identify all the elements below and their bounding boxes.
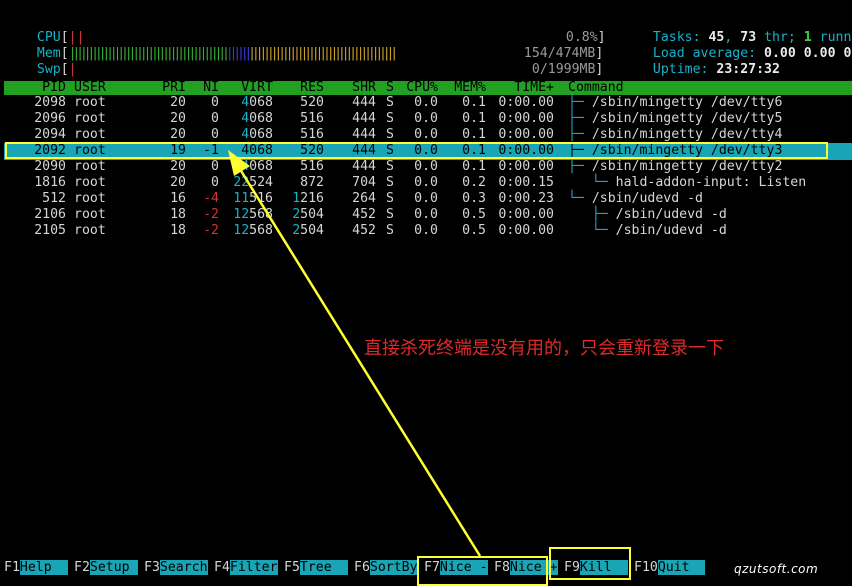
fkey-key: F10 (634, 560, 658, 575)
fkey-key: F5 (284, 560, 300, 575)
fkey-key: F4 (214, 560, 230, 575)
fkey-f5[interactable]: F5Tree (284, 560, 348, 575)
fkey-label: Filter (229, 560, 278, 575)
fkey-label: Search (159, 560, 208, 575)
fkey-key: F3 (144, 560, 160, 575)
fkey-f1[interactable]: F1Help (4, 560, 68, 575)
fkey-label: Setup (89, 560, 138, 575)
fkey-key: F2 (74, 560, 90, 575)
annotation-text: 直接杀死终端是没有用的，只会重新登录一下 (364, 338, 724, 359)
fkey-label: Quit (657, 560, 706, 575)
fkey-label: Help (19, 560, 68, 575)
annotation-box-nice (417, 556, 548, 586)
annotation-box-kill (549, 547, 631, 580)
fkey-f10[interactable]: F10Quit (634, 560, 706, 575)
fkey-label: SortBy (369, 560, 418, 575)
fkey-f2[interactable]: F2Setup (74, 560, 138, 575)
fkey-key: F1 (4, 560, 20, 575)
fkey-f3[interactable]: F3Search (144, 560, 208, 575)
fkey-f4[interactable]: F4Filter (214, 560, 278, 575)
fkey-f6[interactable]: F6SortBy (354, 560, 418, 575)
annotation-arrow-icon (228, 150, 482, 557)
fkey-key: F6 (354, 560, 370, 575)
fkey-label: Tree (299, 560, 348, 575)
watermark: qzutsoft.com (734, 562, 819, 576)
